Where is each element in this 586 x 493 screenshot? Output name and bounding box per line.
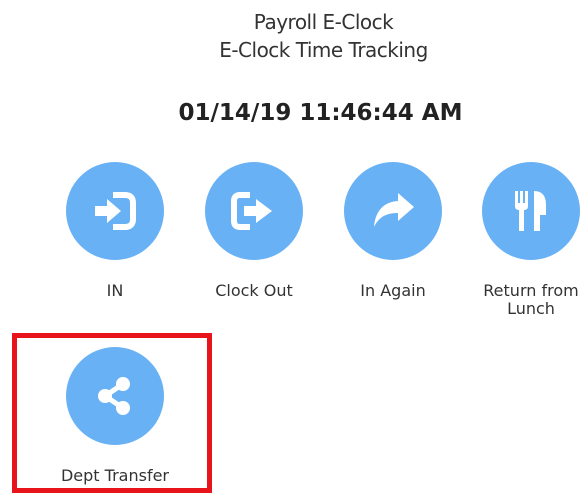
clock-in-button[interactable] [66,162,164,260]
dept-transfer-button[interactable] [66,347,164,445]
share-arrow-icon [374,193,414,227]
dept-transfer-label: Dept Transfer [60,466,169,485]
header: Payroll E-Clock E-Clock Time Tracking [0,8,586,64]
fork-knife-icon [515,191,546,231]
clock-out-label: Clock Out [215,281,293,300]
return-from-lunch-label: Return from Lunch [483,281,579,318]
clock-out-button[interactable] [205,162,303,260]
in-again-button[interactable] [344,162,442,260]
sign-out-icon [231,192,272,230]
dept-transfer-action: Dept Transfer [55,347,175,485]
in-again-action: In Again [333,162,453,300]
clock-out-action: Clock Out [194,162,314,300]
sign-in-icon [95,192,136,230]
return-from-lunch-button[interactable] [482,162,580,260]
app-title: Payroll E-Clock [253,10,394,34]
in-again-label: In Again [360,281,426,300]
clock-datetime: 01/14/19 11:46:44 AM [178,100,463,126]
clock-in-label: IN [106,281,124,300]
clock-in-action: IN [55,162,175,300]
share-nodes-icon [98,377,130,415]
return-from-lunch-action: Return from Lunch [471,162,586,318]
app-subtitle: E-Clock Time Tracking [219,38,428,62]
